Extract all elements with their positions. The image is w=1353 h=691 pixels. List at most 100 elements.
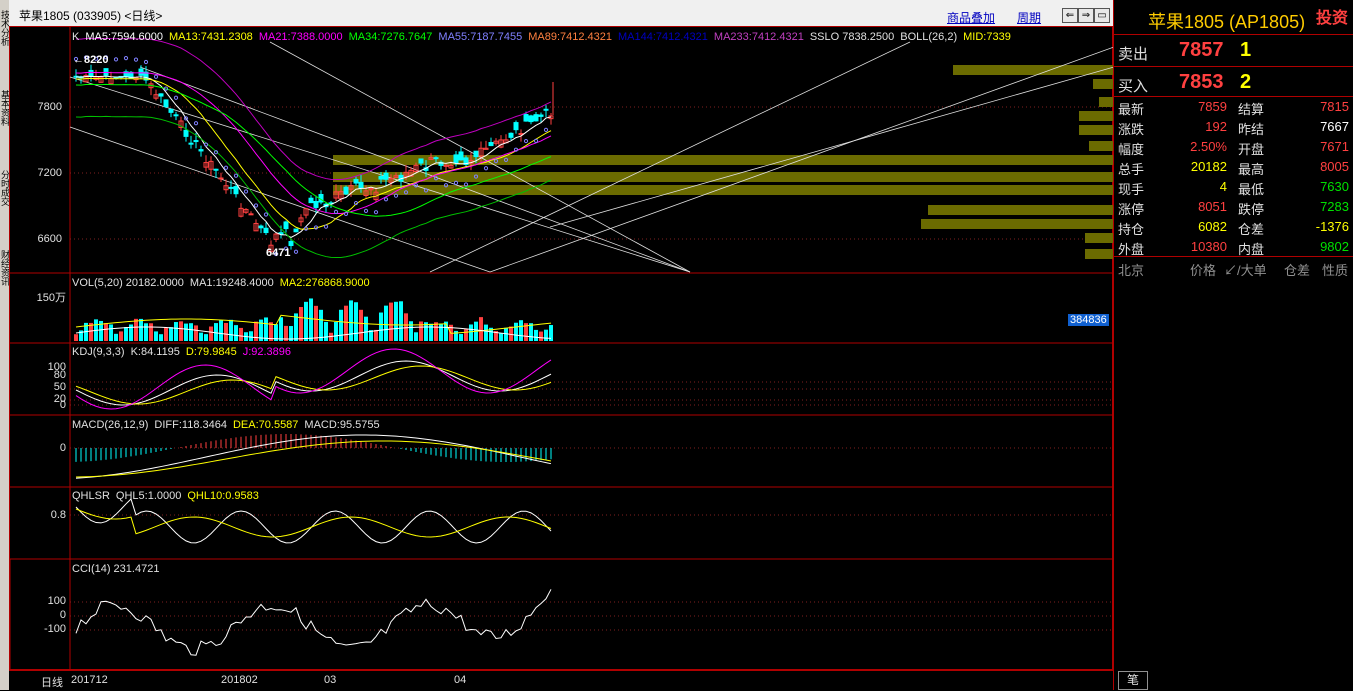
candle-body (228, 186, 234, 189)
volume-bar (184, 323, 188, 341)
maximize-button[interactable]: ▭ (1094, 8, 1110, 23)
kdj-tick-80: 80 (53, 369, 66, 381)
sar-dot (373, 210, 379, 215)
quote-field-value: 7667 (1320, 119, 1349, 134)
ask-qty: 1 (1240, 39, 1252, 61)
vol-legend-item: MA2:276868.9000 (279, 277, 370, 289)
macd-legend-item: DEA:70.5587 (232, 419, 299, 431)
ma-legend-item: MA34:7276.7647 (348, 31, 433, 43)
volume-bar (384, 305, 388, 341)
volume-bar (534, 329, 538, 341)
volume-profile-bar (953, 65, 1113, 75)
sar-dot (253, 203, 259, 208)
vol-legend-item: MA1:19248.4000 (189, 277, 274, 289)
quote-row: 外盘 10380 内盘 9802 (1114, 237, 1353, 257)
volume-bar (519, 320, 523, 341)
candle-body (88, 69, 94, 77)
volume-bar (349, 300, 353, 341)
ma-legend-items: MA5:7594.6000 MA13:7431.2308 MA21:7388.000… (85, 31, 1016, 43)
candle-body (513, 122, 519, 131)
candle-body (138, 68, 144, 76)
volume-profile-bar (1099, 97, 1113, 107)
volume-bar (174, 322, 178, 341)
volume-bar (334, 321, 338, 341)
ma-legend-item: MID:7339 (963, 31, 1011, 43)
volume-bar (439, 323, 443, 341)
candle-body (378, 175, 384, 180)
volume-bar (154, 331, 158, 341)
volume-bar (469, 324, 473, 341)
period-label[interactable]: 日线 (41, 674, 63, 690)
sar-dot (173, 95, 179, 100)
ask-row: 卖出 7857 1 (1114, 34, 1353, 67)
volume-bar (199, 332, 203, 341)
volume-bar (509, 326, 513, 341)
volume-bar (339, 309, 343, 341)
quote-field-label: 涨跌 (1118, 122, 1145, 137)
quote-field-label: 现手 (1118, 182, 1145, 197)
prev-button[interactable]: ⇐ (1062, 8, 1078, 23)
macd-legend-item: MACD(26,12,9) (72, 419, 149, 431)
quote-row: 最新 7859 结算 7815 (1114, 97, 1353, 117)
volume-bar (479, 317, 483, 341)
macd-dea-line (75, 440, 552, 478)
tab-news[interactable]: 财经资讯 (0, 250, 10, 286)
quote-field-label: 最高 (1238, 162, 1265, 177)
volume-bar (464, 329, 468, 341)
x-tick-201802: 201802 (221, 674, 258, 686)
vol-legend: VOL(5,20) 20182.0000 MA1:19248.4000 MA2:27… (72, 277, 376, 289)
sar-dot (363, 208, 369, 213)
quote-field-label: 结算 (1238, 102, 1265, 117)
sar-dot (453, 180, 459, 185)
period-link[interactable]: 周期 (1017, 9, 1041, 26)
cci-line (75, 589, 552, 656)
chart-area[interactable]: K MA5:7594.6000 MA13:7431.2308 MA21:7388.00… (9, 26, 1114, 671)
quote-field-label: 幅度 (1118, 142, 1145, 157)
sar-dot (233, 173, 239, 178)
tab-fundamentals[interactable]: 基本资料 (0, 90, 10, 126)
volume-bar (159, 334, 163, 341)
tab-technical[interactable]: 技术分析 (0, 10, 10, 46)
volume-bar (109, 324, 113, 341)
sar-dot (293, 249, 299, 254)
ma-legend-item: BOLL(26,2) (900, 31, 958, 43)
sar-dot (513, 147, 519, 152)
volume-profile-bar (921, 219, 1113, 229)
sar-dot (333, 209, 339, 214)
ma-legend-item: MA55:7187.7455 (438, 31, 523, 43)
volume-bar (234, 325, 238, 341)
candle-body (538, 114, 544, 117)
volume-bar (539, 331, 543, 341)
volume-bar (134, 318, 138, 341)
volume-profile-bar (1079, 125, 1113, 135)
bid-label: 买入 (1118, 78, 1149, 95)
sar-dot (213, 150, 219, 155)
low-marker: 6471 (266, 247, 291, 259)
volume-bar (264, 317, 268, 341)
tab-trades[interactable]: 笔 (1118, 671, 1148, 690)
ma-legend-item: MA233:7412.4321 (713, 31, 804, 43)
candle-body (288, 241, 294, 247)
qhl5-line (75, 498, 552, 544)
candle-body (543, 108, 549, 111)
volume-bar (239, 327, 243, 341)
overlay-product-link[interactable]: 商品叠加 (947, 9, 995, 26)
quote-field-value: 7815 (1320, 99, 1349, 114)
sar-dot (543, 127, 549, 132)
next-button[interactable]: ⇒ (1078, 8, 1094, 23)
quote-field-value: 7859 (1198, 99, 1227, 114)
y-tick-7200: 7200 (37, 167, 62, 179)
kdj-d-line (75, 365, 552, 405)
bid-price: 7853 (1179, 71, 1224, 93)
quote-field-value: 192 (1205, 119, 1227, 134)
tab-tick-trades[interactable]: 分时成交 (0, 170, 10, 206)
ma-legend-item: MA5:7594.6000 (85, 31, 164, 43)
volume-bar (204, 334, 208, 341)
y-tick-6600: 6600 (37, 233, 62, 245)
quote-field-value: 4 (1219, 179, 1227, 194)
cci-tick-100: 100 (47, 595, 66, 607)
quote-field-label: 开盘 (1238, 142, 1265, 157)
candle-body (313, 200, 319, 208)
volume-profile-box: 384836 (1068, 314, 1109, 326)
volume-bar (114, 333, 118, 341)
